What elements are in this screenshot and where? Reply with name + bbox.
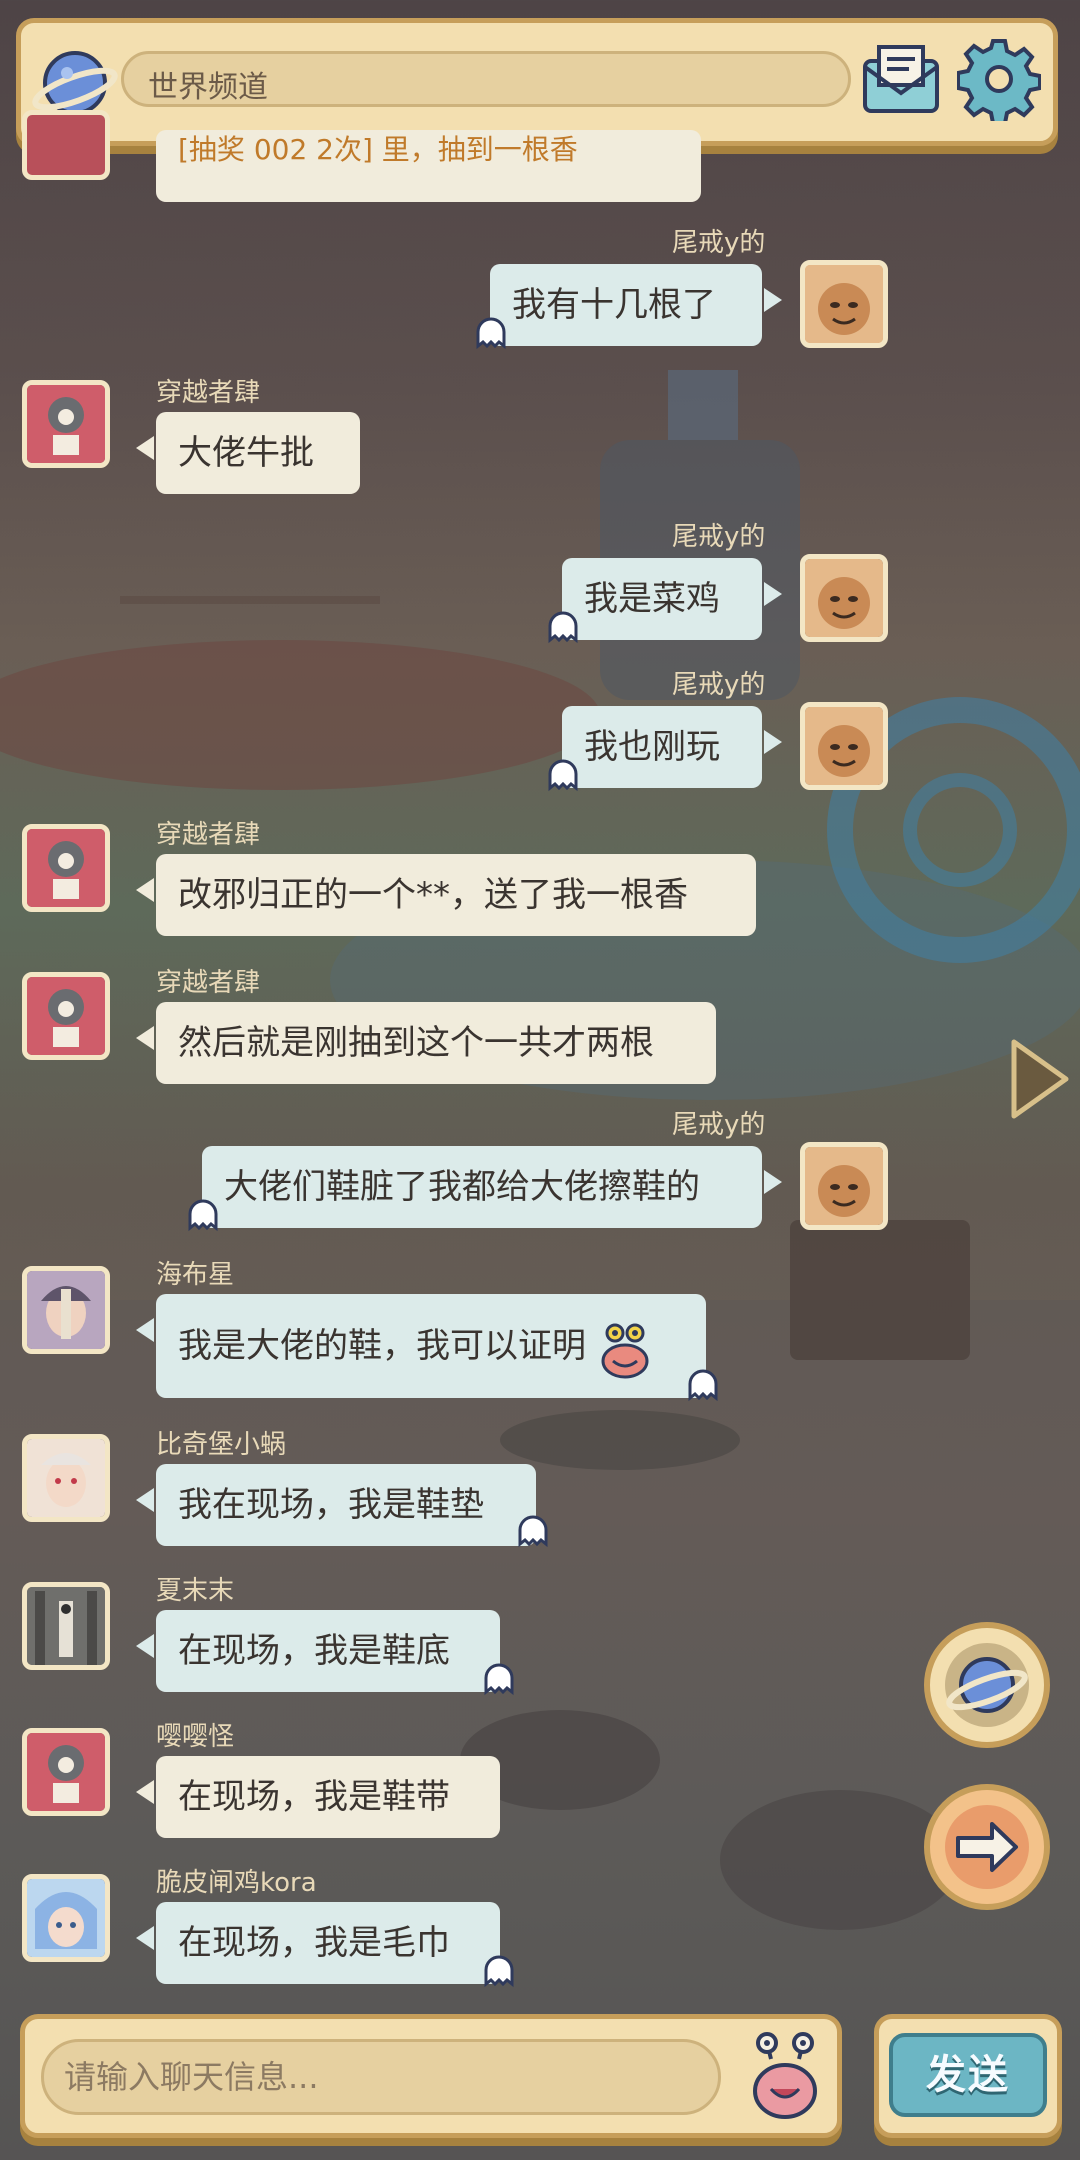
- avatar[interactable]: [22, 110, 110, 180]
- mail-icon[interactable]: [861, 43, 941, 115]
- sender-name: 尾戒y的: [672, 670, 766, 700]
- sender-name: 穿越者肆: [156, 820, 261, 850]
- chat-message-input[interactable]: [41, 2039, 721, 2115]
- avatar[interactable]: [22, 1266, 110, 1354]
- message-text: 在现场，我是鞋底: [136, 1610, 500, 1692]
- message-text: 我有十几根了: [490, 264, 782, 346]
- sender-name: 海布星: [156, 1260, 235, 1290]
- mud-pond: [0, 640, 600, 790]
- channel-title: 世界频道: [148, 70, 268, 105]
- ghost-icon: [546, 754, 580, 792]
- message-text: 大佬们鞋脏了我都给大佬擦鞋的: [202, 1146, 782, 1228]
- avatar[interactable]: [22, 1582, 110, 1670]
- message-text: 改邪归正的一个**，送了我一根香: [136, 854, 756, 936]
- message-text: 然后就是刚抽到这个一共才两根: [136, 1002, 716, 1084]
- message-text: 我在现场，我是鞋垫: [136, 1464, 536, 1546]
- sender-name: 穿越者肆: [156, 378, 261, 408]
- chat-header: 世界频道: [16, 18, 1058, 146]
- ghost-icon: [474, 312, 508, 350]
- avatar[interactable]: [22, 972, 110, 1060]
- sender-name: 尾戒y的: [672, 1110, 766, 1140]
- send-button-label: 发送: [889, 2033, 1047, 2117]
- share-button[interactable]: [924, 1784, 1050, 1910]
- ghost-icon: [482, 1950, 516, 1988]
- sender-name: 穿越者肆: [156, 968, 261, 998]
- avatar[interactable]: [22, 1728, 110, 1816]
- avatar[interactable]: [800, 1142, 888, 1230]
- avatar[interactable]: [800, 554, 888, 642]
- send-button[interactable]: 发送: [874, 2014, 1062, 2138]
- avatar[interactable]: [22, 1874, 110, 1962]
- channel-selector[interactable]: 世界频道: [121, 51, 851, 107]
- snail-emoji-icon[interactable]: [745, 2029, 825, 2125]
- arrow-right-icon: [945, 1805, 1029, 1889]
- message-text: 大佬牛批: [136, 412, 360, 494]
- ghost-icon: [186, 1194, 220, 1232]
- ghost-icon: [686, 1364, 720, 1402]
- sender-name: 嘤嘤怪: [156, 1722, 235, 1752]
- message-text: 我是菜鸡: [562, 558, 782, 640]
- message-text: 在现场，我是毛巾: [136, 1902, 500, 1984]
- message-text: 在现场，我是鞋带: [136, 1756, 500, 1838]
- sender-name: 比奇堡小蜗: [156, 1430, 287, 1460]
- message-text: 我也刚玩: [562, 706, 782, 788]
- chat-input-bar: [20, 2014, 842, 2138]
- triangle-right-icon[interactable]: [1008, 1036, 1072, 1126]
- planet-icon: [945, 1643, 1029, 1727]
- message-text: [抽奖 002 2次] 里，抽到一根香: [156, 130, 701, 202]
- world-channel-button[interactable]: [924, 1622, 1050, 1748]
- sender-name: 夏末末: [156, 1576, 235, 1606]
- ghost-icon: [546, 606, 580, 644]
- message-text: 我是大佬的鞋，我可以证明: [136, 1294, 706, 1398]
- avatar[interactable]: [800, 702, 888, 790]
- avatar[interactable]: [22, 824, 110, 912]
- ghost-icon: [482, 1658, 516, 1696]
- snail-emoji-icon: [597, 1318, 653, 1378]
- message-text-content: 我是大佬的鞋，我可以证明: [178, 1326, 586, 1366]
- sender-name: 脆皮闸鸡kora: [156, 1868, 317, 1898]
- ghost-icon: [516, 1510, 550, 1548]
- avatar[interactable]: [800, 260, 888, 348]
- avatar[interactable]: [22, 380, 110, 468]
- sender-name: 尾戒y的: [672, 228, 766, 258]
- gear-icon[interactable]: [956, 37, 1042, 125]
- sender-name: 尾戒y的: [672, 522, 766, 552]
- avatar[interactable]: [22, 1434, 110, 1522]
